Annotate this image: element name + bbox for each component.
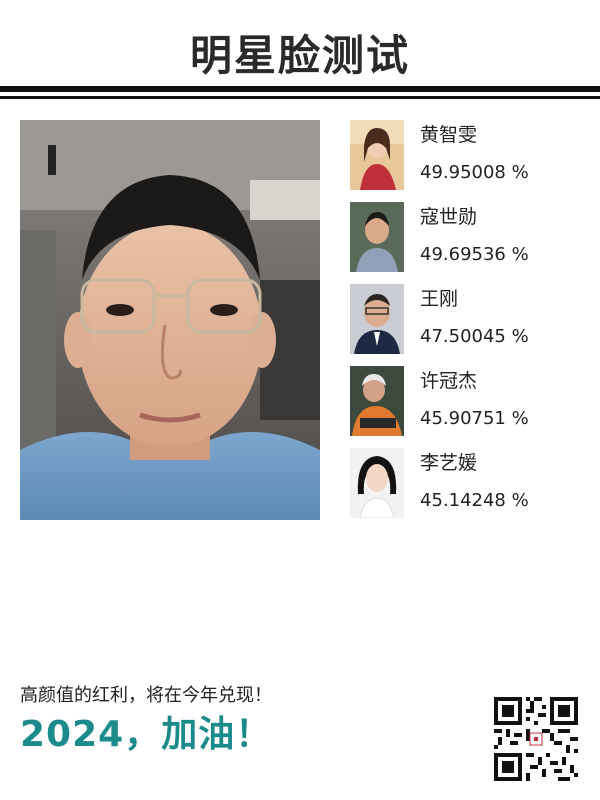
match-score: 45.14248 % [420,490,529,511]
celebrity-photo-icon [350,366,404,436]
celebrity-photo-icon [350,202,404,272]
match-name: 寇世勋 [420,206,478,228]
user-photo [20,120,320,520]
match-item[interactable]: 李艺媛 45.14248 % [350,448,580,520]
match-score: 49.95008 % [420,162,529,183]
header-divider-thin [0,96,600,99]
page-title: 明星脸测试 [189,31,410,80]
header-divider-thick [0,86,600,92]
match-item[interactable]: 寇世勋 49.69536 % [350,202,580,274]
celebrity-photo-icon [350,448,404,518]
match-name: 许冠杰 [420,370,478,392]
match-name: 王刚 [420,288,459,310]
match-score: 45.90751 % [420,408,529,429]
celebrity-photo-icon [350,120,404,190]
qr-code-icon[interactable] [494,697,578,781]
match-item[interactable]: 黄智雯 49.95008 % [350,120,580,192]
slogan-text: 高颜值的红利，将在今年兑现！ [20,685,272,706]
match-item[interactable]: 许冠杰 45.90751 % [350,366,580,438]
celebrity-photo-icon [350,284,404,354]
match-name: 李艺媛 [420,452,478,474]
slogan-headline: 2024，加油！ [20,714,273,755]
match-score: 49.69536 % [420,244,529,265]
match-name: 黄智雯 [420,124,478,146]
match-item[interactable]: 王刚 47.50045 % [350,284,580,356]
match-score: 47.50045 % [420,326,529,347]
